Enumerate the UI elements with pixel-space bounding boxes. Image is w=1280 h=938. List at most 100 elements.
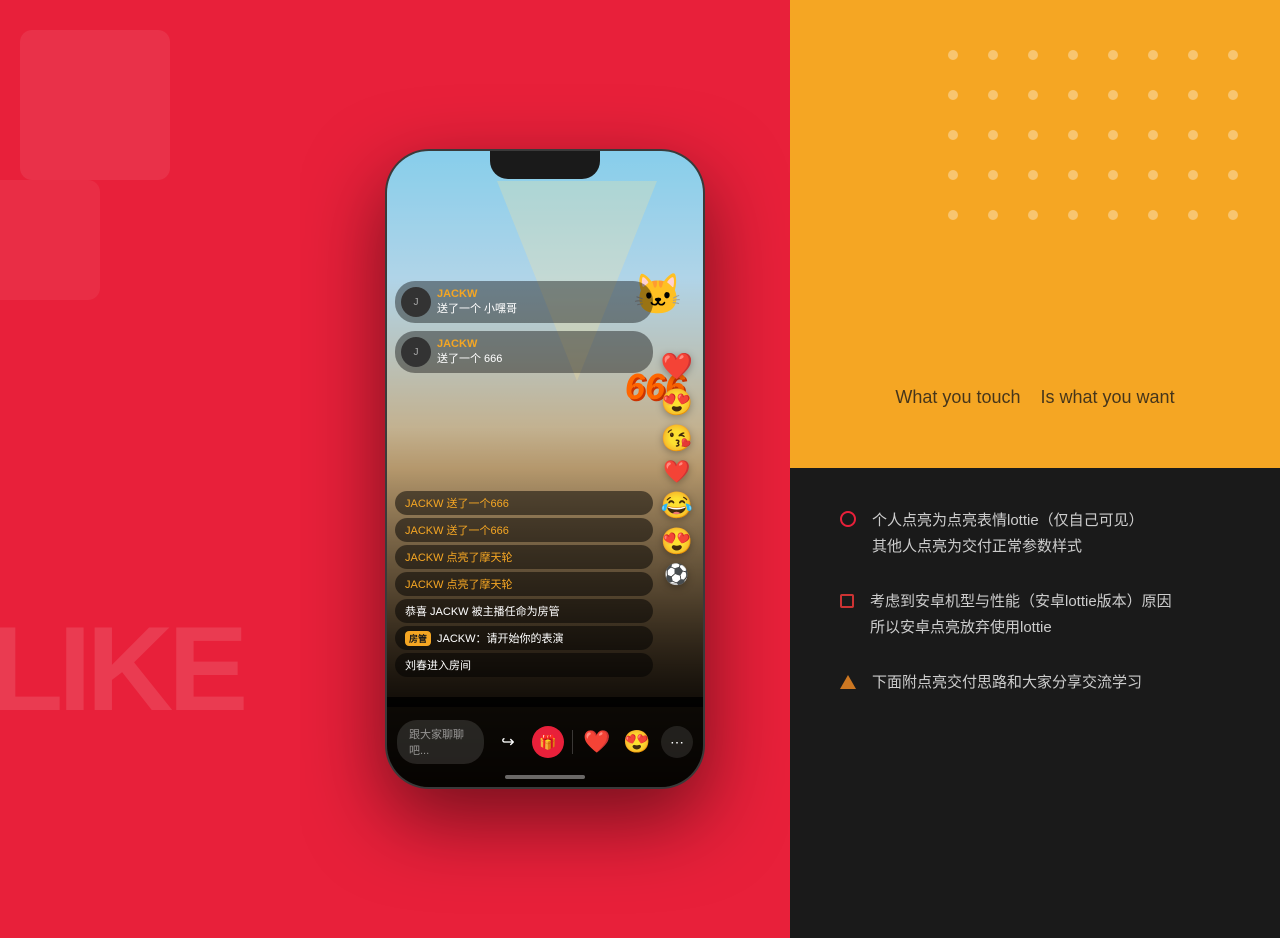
dot <box>1228 130 1238 140</box>
dot <box>1108 50 1118 60</box>
bullet-icon-square <box>840 594 854 608</box>
home-indicator <box>505 775 585 779</box>
username-2: JACKW <box>437 338 502 350</box>
emoji-icon: 😍 <box>623 729 650 755</box>
dot <box>1068 50 1078 60</box>
message-list: J JACKW 送了一个 小嘿哥 J JACKW 送了一个 <box>395 281 653 377</box>
dot <box>948 170 958 180</box>
right-section: What you touch Is what you want 个人点亮为点亮表… <box>790 0 1280 938</box>
bullet-text-1: 个人点亮为点亮表情lottie（仅自己可见）其他人点亮为交付正常参数样式 <box>872 508 1144 559</box>
dot <box>1188 210 1198 220</box>
red-square-1 <box>20 30 170 180</box>
tagline-is: Is what you want <box>1041 387 1175 408</box>
small-msg-6: 房管 JACKW：请开始你的表演 <box>395 626 653 650</box>
small-msg-3: JACKW 点亮了摩天轮 <box>395 545 653 569</box>
emoji-heart-2: ❤️ <box>663 459 690 485</box>
more-icon: ⋯ <box>670 734 684 751</box>
bar-separator <box>572 730 573 754</box>
dot <box>988 170 998 180</box>
dot <box>988 90 998 100</box>
gift-button[interactable]: 🎁 <box>532 726 564 758</box>
message-jackw-2: J JACKW 送了一个 666 <box>395 331 653 373</box>
message-jackw-1: J JACKW 送了一个 小嘿哥 <box>395 281 653 323</box>
bullet-1: 个人点亮为点亮表情lottie（仅自己可见）其他人点亮为交付正常参数样式 <box>840 508 1230 559</box>
emoji-kiss-1: 😍 <box>661 387 693 418</box>
dot <box>1148 50 1158 60</box>
small-msg-7: 刘春进入房间 <box>395 653 653 677</box>
dot <box>1188 130 1198 140</box>
dot <box>1228 50 1238 60</box>
dot <box>1228 170 1238 180</box>
phone-wrapper: 🐱 666 J JACKW 送了一个 小嘿哥 <box>385 149 705 789</box>
like-watermark: LIKE <box>0 600 243 738</box>
phone-notch <box>490 151 600 179</box>
circle-icon <box>840 511 856 527</box>
dot <box>1228 90 1238 100</box>
small-msg-4: JACKW 点亮了摩天轮 <box>395 572 653 596</box>
tagline: What you touch Is what you want <box>895 387 1174 408</box>
emoji-kiss-2: 😘 <box>661 423 693 454</box>
emoji-heart-3: 😍 <box>661 526 693 557</box>
dot <box>1068 90 1078 100</box>
heart-icon: ❤️ <box>583 729 610 755</box>
chat-input[interactable]: 跟大家聊聊吧... <box>397 720 484 764</box>
dot <box>1108 170 1118 180</box>
tagline-what: What you touch <box>895 387 1020 408</box>
phone-screen: 🐱 666 J JACKW 送了一个 小嘿哥 <box>387 151 703 787</box>
dot <box>948 50 958 60</box>
avatar-2: J <box>401 337 431 367</box>
dot <box>1068 170 1078 180</box>
dot <box>1028 90 1038 100</box>
dot <box>1068 210 1078 220</box>
like-button[interactable]: ❤️ <box>581 726 613 758</box>
emoji-stack: ❤️ 😍 😘 ❤️ 😂 😍 ⚽ <box>661 351 693 587</box>
host-msg-text: JACKW：请开始你的表演 <box>437 630 564 646</box>
bullet-icon-circle <box>840 511 856 527</box>
msg-content-2: 送了一个 666 <box>437 350 502 366</box>
bullet-icon-triangle <box>840 675 856 689</box>
dot <box>1028 170 1038 180</box>
dot <box>1148 170 1158 180</box>
dot <box>948 210 958 220</box>
dot <box>988 210 998 220</box>
dot <box>948 90 958 100</box>
share-button[interactable]: ↪ <box>492 726 524 758</box>
dot <box>1108 210 1118 220</box>
dot <box>948 130 958 140</box>
red-square-2 <box>0 180 100 300</box>
msg-content-1: 送了一个 小嘿哥 <box>437 300 517 316</box>
emoji-button[interactable]: 😍 <box>621 726 653 758</box>
dot <box>988 50 998 60</box>
dot <box>1108 90 1118 100</box>
dot <box>1028 210 1038 220</box>
triangle-icon <box>840 675 856 689</box>
right-bottom-dark: 个人点亮为点亮表情lottie（仅自己可见）其他人点亮为交付正常参数样式 考虑到… <box>790 468 1280 938</box>
phone-bottom-bar: 跟大家聊聊吧... ↪ 🎁 ❤️ 😍 ⋯ <box>387 697 703 787</box>
dot-grid <box>948 50 1250 232</box>
bullet-text-3: 下面附点亮交付思路和大家分享交流学习 <box>872 670 1142 696</box>
small-message-list: JACKW 送了一个666 JACKW 送了一个666 JACKW 点亮了摩天轮… <box>395 491 653 677</box>
avatar-1: J <box>401 287 431 317</box>
dot <box>1148 130 1158 140</box>
small-msg-5: 恭喜 JACKW 被主播任命为房管 <box>395 599 653 623</box>
phone-frame: 🐱 666 J JACKW 送了一个 小嘿哥 <box>385 149 705 789</box>
host-badge: 房管 <box>405 631 431 646</box>
dot <box>1188 170 1198 180</box>
small-msg-1: JACKW 送了一个666 <box>395 491 653 515</box>
square-icon <box>840 594 854 608</box>
dot <box>1108 130 1118 140</box>
right-top-orange: What you touch Is what you want <box>790 0 1280 468</box>
emoji-laugh-1: 😂 <box>661 490 693 521</box>
left-decorative: LIKE <box>0 0 300 938</box>
more-button[interactable]: ⋯ <box>661 726 693 758</box>
bullet-3: 下面附点亮交付思路和大家分享交流学习 <box>840 670 1230 696</box>
dot <box>1188 50 1198 60</box>
phone-section: 🐱 666 J JACKW 送了一个 小嘿哥 <box>300 0 790 938</box>
emoji-heart-1: ❤️ <box>661 351 693 382</box>
dot <box>1068 130 1078 140</box>
dot <box>1148 90 1158 100</box>
dot <box>1148 210 1158 220</box>
emoji-soccer: ⚽ <box>664 562 689 587</box>
dot <box>1188 90 1198 100</box>
dot <box>1028 50 1038 60</box>
